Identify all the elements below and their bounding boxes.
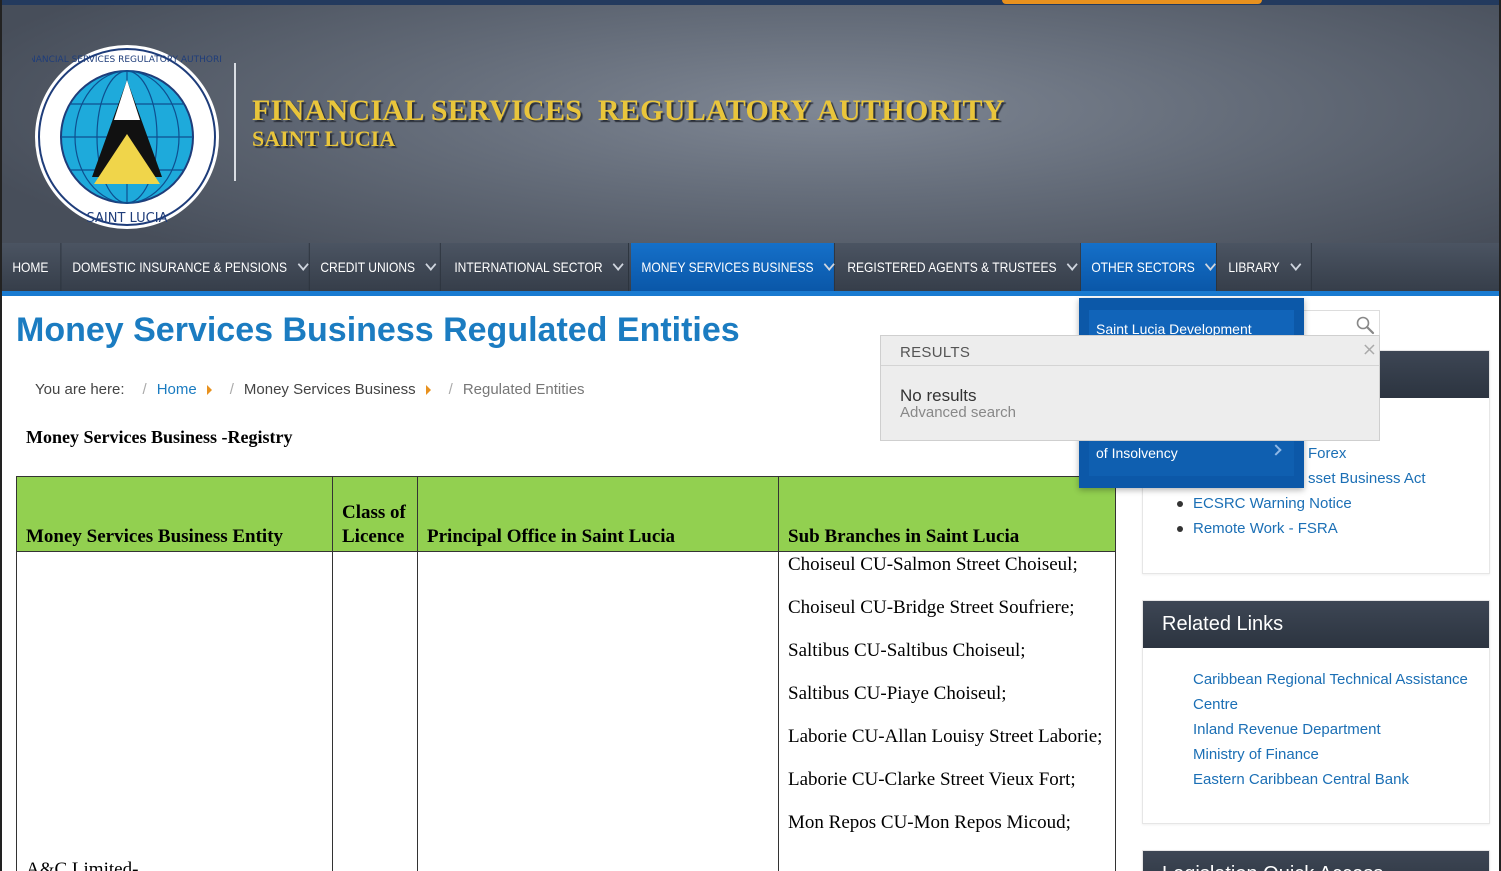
- site-title: FINANCIAL SERVICES REGULATORY AUTHORITY: [252, 94, 1005, 127]
- branch-item: Saltibus CU-Saltibus Choiseul;: [788, 640, 1026, 661]
- nav-library[interactable]: LIBRARY: [1218, 243, 1312, 291]
- sidebar-box-related-links: Related Links Caribbean Regional Technic…: [1142, 600, 1490, 824]
- breadcrumb-section[interactable]: Money Services Business: [244, 381, 416, 398]
- sidebar-box-legislation: Legislation Quick Access: [1142, 850, 1490, 871]
- page: FINANCIAL SERVICES REGULATORY AUTHORITY …: [0, 0, 1501, 871]
- column-header-class: Class of Licence: [332, 476, 418, 552]
- breadcrumb-prefix: You are here:: [35, 381, 125, 398]
- breadcrumb: You are here: / Home / Money Services Bu…: [35, 381, 585, 398]
- legislation-header: Legislation Quick Access: [1143, 851, 1489, 871]
- registry-heading: Money Services Business -Registry: [26, 427, 293, 447]
- table-row: A&C Limited- Choiseul CU-Salmon Street C…: [16, 551, 1116, 871]
- close-icon[interactable]: ⨯: [1362, 340, 1377, 358]
- link-inland-revenue[interactable]: Inland Revenue Department: [1193, 717, 1468, 742]
- nav-label: REGISTERED AGENTS & TRUSTEES: [847, 259, 1057, 275]
- chevron-right-icon: [1270, 444, 1282, 456]
- chevron-down-icon: [297, 258, 309, 271]
- site-subtitle: SAINT LUCIA: [252, 126, 396, 151]
- logo-ring-text: FINANCIAL SERVICES REGULATORY AUTHORITY: [32, 55, 222, 65]
- table-header-row: Money Services Business Entity Class of …: [16, 476, 1116, 552]
- nav-label: INTERNATIONAL SECTOR: [454, 259, 603, 275]
- branch-item: Choiseul CU-Salmon Street Choiseul;: [788, 554, 1078, 575]
- entity-cell: A&C Limited-: [16, 551, 333, 871]
- bullet-icon: [1177, 501, 1183, 507]
- dropdown-item-label: of Insolvency: [1096, 445, 1178, 461]
- link-remote-work-fsra[interactable]: Remote Work - FSRA: [1177, 516, 1426, 541]
- nav-registered-agents-trustees[interactable]: REGISTERED AGENTS & TRUSTEES: [837, 243, 1082, 291]
- site-header: FINANCIAL SERVICES REGULATORY AUTHORITY …: [2, 0, 1499, 243]
- nav-money-services-business[interactable]: MONEY SERVICES BUSINESS: [631, 243, 835, 291]
- nav-label: CREDIT UNIONS: [320, 259, 416, 275]
- no-results-message: No results: [900, 386, 977, 405]
- related-links-header: Related Links: [1143, 601, 1489, 648]
- chevron-down-icon: [613, 258, 624, 271]
- logo-bottom-text: SAINT LUCIA: [87, 211, 168, 226]
- nav-home[interactable]: HOME: [2, 243, 62, 291]
- nav-domestic-insurance-pensions[interactable]: DOMESTIC INSURANCE & PENSIONS: [62, 243, 310, 291]
- column-header-entity: Money Services Business Entity: [16, 476, 333, 552]
- branch-item: Mon Repos CU-Mon Repos Micoud;: [788, 812, 1071, 833]
- nav-label: OTHER SECTORS: [1091, 259, 1195, 275]
- link-label: ECSRC Warning Notice: [1193, 495, 1352, 512]
- logo-divider: [234, 63, 236, 181]
- link-ministry-of-finance[interactable]: Ministry of Finance: [1193, 742, 1468, 767]
- fsra-logo[interactable]: FINANCIAL SERVICES REGULATORY AUTHORITY …: [32, 42, 222, 232]
- link-eccb[interactable]: Eastern Caribbean Central Bank: [1193, 767, 1468, 792]
- bullet-icon: [1177, 526, 1183, 532]
- chevron-down-icon: [1290, 258, 1302, 271]
- search-results-popup: RESULTS ⨯ No results Advanced search: [880, 335, 1380, 441]
- breadcrumb-arrow-icon: [206, 384, 212, 395]
- main-nav: HOME DOMESTIC INSURANCE & PENSIONS CREDI…: [2, 243, 1499, 296]
- breadcrumb-separator: /: [229, 381, 234, 398]
- nav-credit-unions[interactable]: CREDIT UNIONS: [310, 243, 441, 291]
- column-header-principal-office: Principal Office in Saint Lucia: [417, 476, 779, 552]
- chevron-down-icon: [1205, 258, 1217, 271]
- breadcrumb-arrow-icon: [425, 384, 431, 395]
- sub-branches-cell: Choiseul CU-Salmon Street Choiseul; Choi…: [778, 551, 1116, 871]
- breadcrumb-home-link[interactable]: Home: [157, 381, 197, 398]
- top-accent-bar: [2, 0, 1499, 5]
- branch-item: Choiseul CU-Bridge Street Soufriere;: [788, 597, 1075, 618]
- nav-label: MONEY SERVICES BUSINESS: [641, 259, 814, 275]
- class-cell: [332, 551, 418, 871]
- nav-other-sectors[interactable]: OTHER SECTORS: [1081, 243, 1217, 291]
- link-crtac-cont[interactable]: Centre: [1193, 692, 1468, 717]
- link-crtac[interactable]: Caribbean Regional Technical Assistance: [1193, 667, 1468, 692]
- search-icon[interactable]: [1355, 315, 1375, 335]
- breadcrumb-current: Regulated Entities: [462, 381, 585, 398]
- branch-item: Laborie CU-Clarke Street Vieux Fort;: [788, 769, 1076, 790]
- column-header-sub-branches: Sub Branches in Saint Lucia: [778, 476, 1116, 552]
- link-ecsrc-warning-notice[interactable]: ECSRC Warning Notice: [1177, 491, 1426, 516]
- link-label: Remote Work - FSRA: [1193, 520, 1338, 537]
- nav-label: DOMESTIC INSURANCE & PENSIONS: [72, 259, 288, 275]
- nav-home-label: HOME: [12, 259, 49, 275]
- branch-item: Laborie CU-Allan Louisy Street Laborie;: [788, 726, 1103, 747]
- nav-label: LIBRARY: [1228, 259, 1280, 275]
- results-header: RESULTS: [881, 336, 1379, 366]
- chevron-down-icon: [823, 258, 835, 271]
- nav-international-sector[interactable]: INTERNATIONAL SECTOR: [444, 243, 629, 291]
- registry-table: Money Services Business Entity Class of …: [16, 476, 1116, 871]
- page-title: Money Services Business Regulated Entiti…: [16, 311, 740, 349]
- breadcrumb-separator: /: [448, 381, 453, 398]
- chevron-down-icon: [425, 258, 437, 271]
- related-links-list: Caribbean Regional Technical Assistance …: [1193, 667, 1468, 792]
- branch-item: Saltibus CU-Piaye Choiseul;: [788, 683, 1007, 704]
- chevron-down-icon: [1066, 258, 1078, 271]
- top-orange-accent: [1002, 0, 1262, 4]
- breadcrumb-separator: /: [142, 381, 147, 398]
- principal-office-cell: [417, 551, 779, 871]
- advanced-search-link[interactable]: Advanced search: [900, 404, 1016, 421]
